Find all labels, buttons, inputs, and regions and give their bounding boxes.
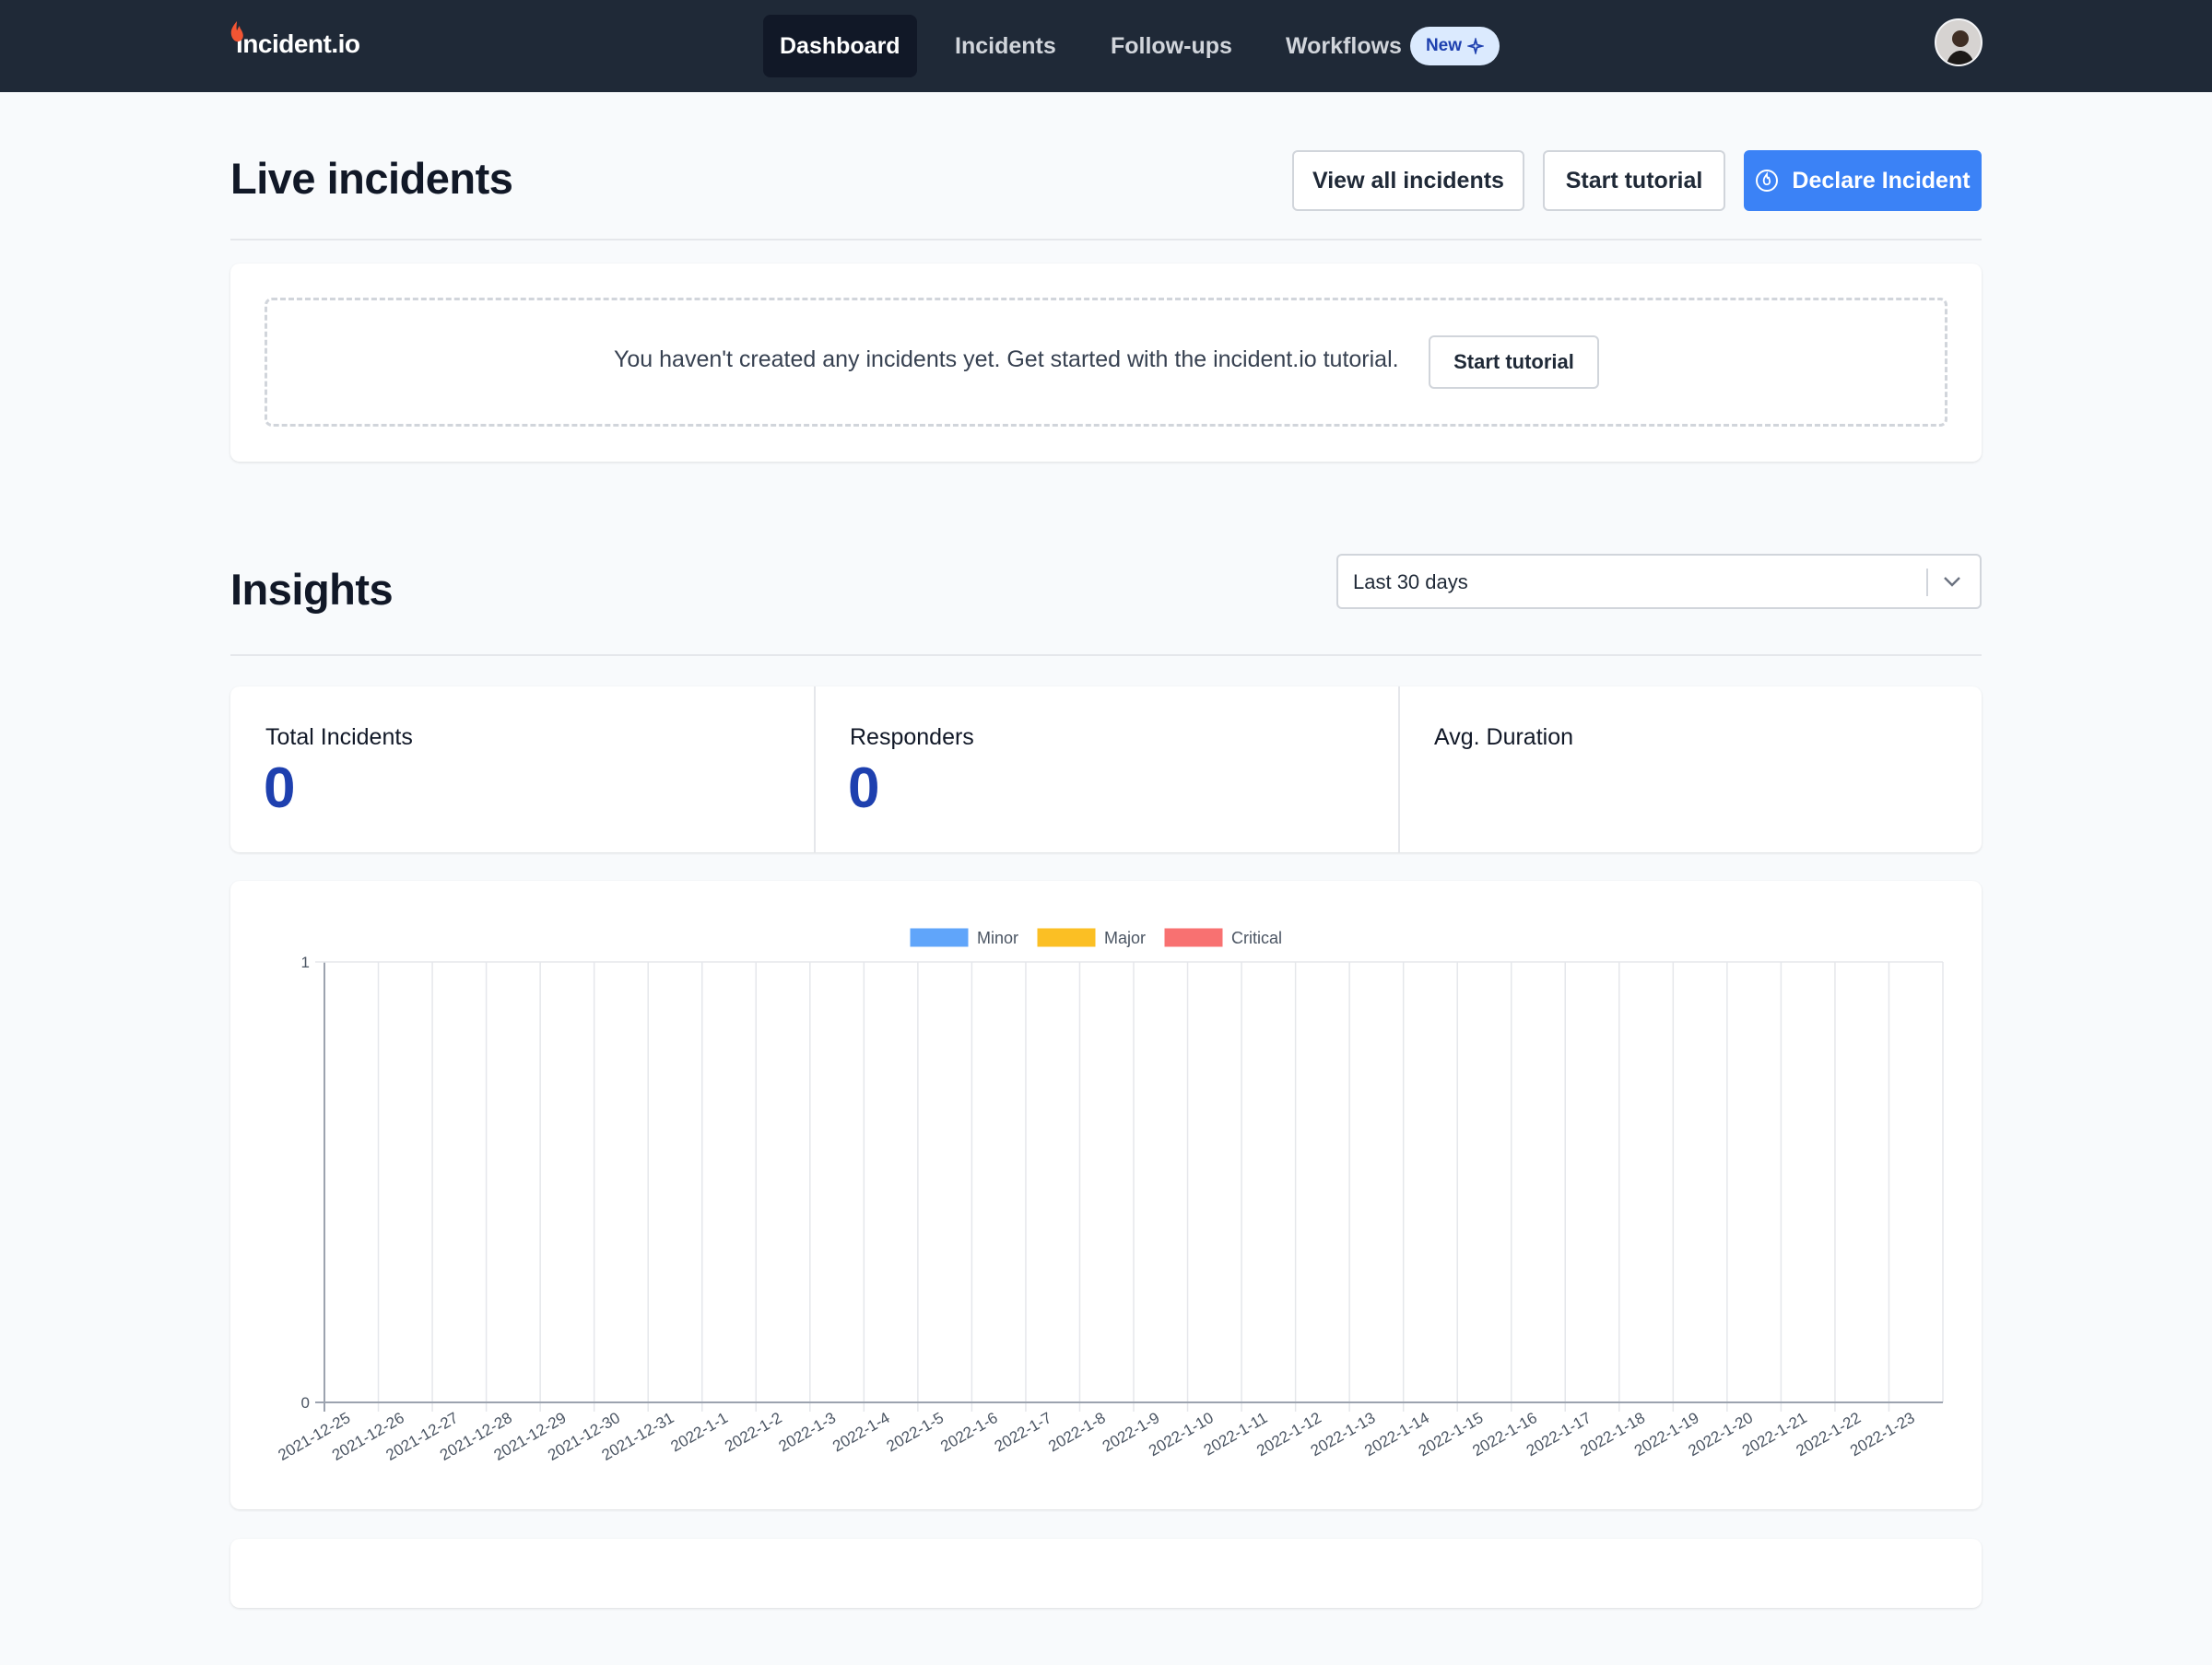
incidents-chart: 012021-12-252021-12-262021-12-272021-12-… <box>275 928 1944 1464</box>
legend-swatch-minor <box>910 928 969 947</box>
chevron-down-icon[interactable] <box>1937 567 1967 596</box>
top-navigation: incident.io Dashboard Incidents Follow-u… <box>0 0 2212 92</box>
bottom-card <box>230 1539 1982 1608</box>
logo-text: incident.io <box>236 29 360 58</box>
y-tick-label: 1 <box>301 954 310 971</box>
view-all-incidents-button[interactable]: View all incidents <box>1292 150 1524 211</box>
nav-workflows[interactable]: Workflows <box>1269 15 1418 77</box>
nav-dashboard[interactable]: Dashboard <box>763 15 917 77</box>
insights-divider <box>230 654 1982 656</box>
flame-logo-icon <box>230 21 243 42</box>
x-tick-label: 2022-1-3 <box>776 1409 839 1455</box>
stat-divider <box>1398 686 1400 852</box>
x-tick-label: 2022-1-8 <box>1045 1409 1108 1455</box>
x-tick-label: 2022-1-7 <box>992 1409 1054 1455</box>
live-incidents-title: Live incidents <box>230 154 513 203</box>
user-avatar[interactable] <box>1935 18 1983 66</box>
x-tick-label: 2022-1-6 <box>937 1409 1000 1455</box>
y-tick-label: 0 <box>301 1394 310 1412</box>
nav-incidents[interactable]: Incidents <box>938 15 1073 77</box>
stat-responders-value: 0 <box>848 756 880 820</box>
empty-start-tutorial-button[interactable]: Start tutorial <box>1429 335 1599 389</box>
stats-card <box>230 686 1982 852</box>
empty-state-text: You haven't created any incidents yet. G… <box>614 346 1399 372</box>
section-divider <box>230 239 1982 240</box>
chart-card: 0 1 2021-12-25 2021-12-26 2021-12-27 2021-12-… <box>230 881 1982 1509</box>
date-range-value: Last 30 days <box>1353 570 1468 593</box>
flame-icon <box>1756 170 1779 192</box>
legend-swatch-major <box>1037 928 1096 947</box>
legend-label-minor: Minor <box>977 929 1018 947</box>
stat-divider <box>814 686 816 852</box>
nav-follow-ups[interactable]: Follow-ups <box>1094 15 1249 77</box>
declare-incident-button[interactable]: Declare Incident <box>1744 150 1982 211</box>
x-tick-label: 2022-1-4 <box>830 1409 892 1455</box>
sparkle-icon <box>1467 38 1485 54</box>
new-badge-label: New <box>1425 36 1463 55</box>
x-tick-label: 2022-1-1 <box>668 1409 731 1455</box>
date-range-select[interactable]: Last 30 days <box>1336 554 1982 609</box>
logo[interactable]: incident.io <box>230 21 360 64</box>
stat-responders-label: Responders <box>850 724 974 750</box>
stat-avg-duration-label: Avg. Duration <box>1434 724 1574 750</box>
declare-incident-label: Declare Incident <box>1792 167 1971 193</box>
start-tutorial-button[interactable]: Start tutorial <box>1543 150 1725 211</box>
stat-total-incidents-label: Total Incidents <box>265 724 413 750</box>
select-separator <box>1926 569 1928 596</box>
x-tick-label: 2022-1-2 <box>722 1409 784 1455</box>
x-tick-label: 2022-1-5 <box>884 1409 947 1455</box>
avatar-icon <box>1936 20 1981 64</box>
new-badge: New <box>1410 27 1500 65</box>
legend-swatch-critical <box>1164 928 1223 947</box>
legend-label-critical: Critical <box>1231 929 1282 947</box>
legend-label-major: Major <box>1104 929 1146 947</box>
insights-title: Insights <box>230 565 394 614</box>
stat-total-incidents-value: 0 <box>264 756 296 820</box>
